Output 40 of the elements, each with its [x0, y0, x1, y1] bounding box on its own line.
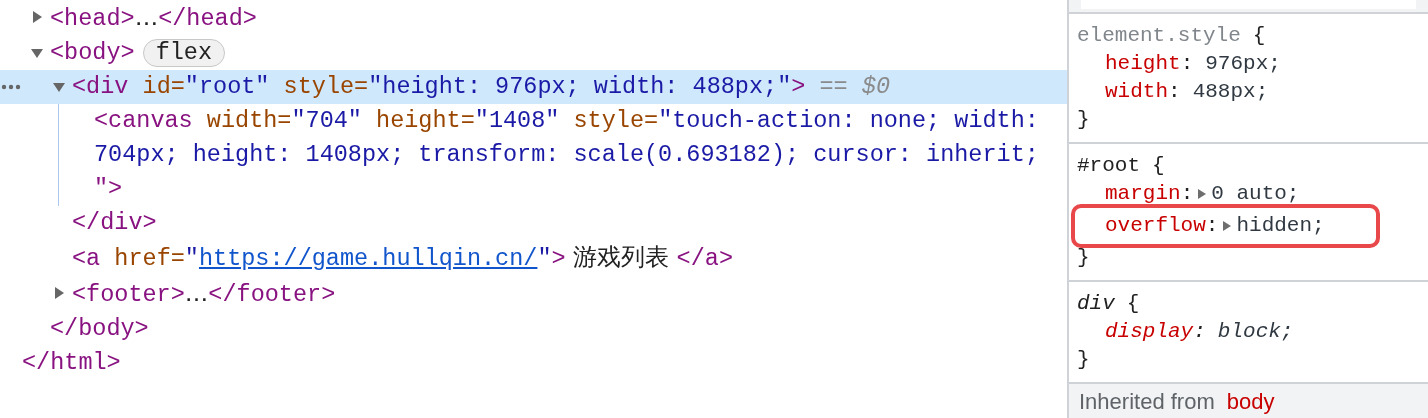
collapse-arrow-icon[interactable] — [52, 80, 66, 94]
inherited-label: Inherited from — [1079, 388, 1215, 416]
code-text: <footer>…</footer> — [72, 281, 336, 308]
code-text: </body> — [50, 315, 149, 342]
tree-row[interactable]: <a href="https://game.hullqin.cn/"> 游戏列表 </a> — [0, 240, 1067, 276]
code-text: "> 游戏列表 </a> — [537, 245, 733, 272]
tree-row[interactable]: <footer>…</footer> — [0, 276, 1067, 312]
brace-text: } — [1077, 347, 1090, 373]
rule-selector[interactable]: element.style — [1077, 24, 1241, 47]
code-text: <div id="root" style="height: 976px; width: 488px;"> == $0 — [72, 73, 890, 100]
inherited-source[interactable]: body — [1226, 388, 1275, 416]
brace-text: { — [1152, 154, 1165, 177]
collapse-arrow-icon[interactable] — [30, 46, 44, 60]
code-text: </div> — [72, 209, 157, 236]
brace-text: { — [1252, 24, 1266, 47]
url-link[interactable]: https://game.hullqin.cn/ — [198, 245, 538, 272]
rule-selector[interactable]: div — [1077, 292, 1115, 315]
more-icon[interactable] — [1, 84, 21, 90]
expand-arrow-icon[interactable] — [1197, 188, 1208, 200]
tree-row[interactable]: <canvas width="704" height="1408" style="touch-action: none; width: 704px; height: 1408px; transform: scale(0.693182); cursor: inherit; "> — [0, 104, 1067, 206]
expand-arrow-icon[interactable] — [1222, 220, 1233, 232]
expand-arrow-icon[interactable] — [30, 10, 44, 24]
brace-text: } — [1077, 245, 1090, 271]
brace-text: { — [1126, 292, 1140, 315]
code-text: <canvas width="704" height="1408" style="touch-action: none; width: 704px; height: 1408px; transform: scale(0.693182); cursor: inherit; "> — [94, 107, 1040, 202]
tree-row[interactable]: <head>…</head> — [0, 0, 1067, 36]
code-text: </html> — [22, 349, 121, 376]
rule-selector[interactable]: #root — [1077, 154, 1140, 177]
code-text: <body> — [50, 39, 135, 66]
code-text: <a href=" — [72, 245, 199, 272]
highlighted-declaration[interactable]: overflow: hidden; — [1071, 204, 1380, 248]
tree-row[interactable]: <body> flex — [0, 36, 1067, 70]
declaration-line[interactable]: width: 488px; — [1077, 78, 1420, 106]
code-text: <head>…</head> — [50, 5, 257, 32]
selected-row[interactable]: <div id="root" style="height: 976px; width: 488px;"> == $0 — [0, 70, 1067, 104]
flex-badge[interactable]: flex — [142, 38, 226, 67]
brace-text: } — [1077, 107, 1090, 133]
expand-arrow-icon[interactable] — [52, 286, 66, 300]
declaration-line[interactable]: height: 976px; — [1077, 50, 1420, 78]
declaration-line[interactable]: display: block; — [1077, 318, 1420, 346]
